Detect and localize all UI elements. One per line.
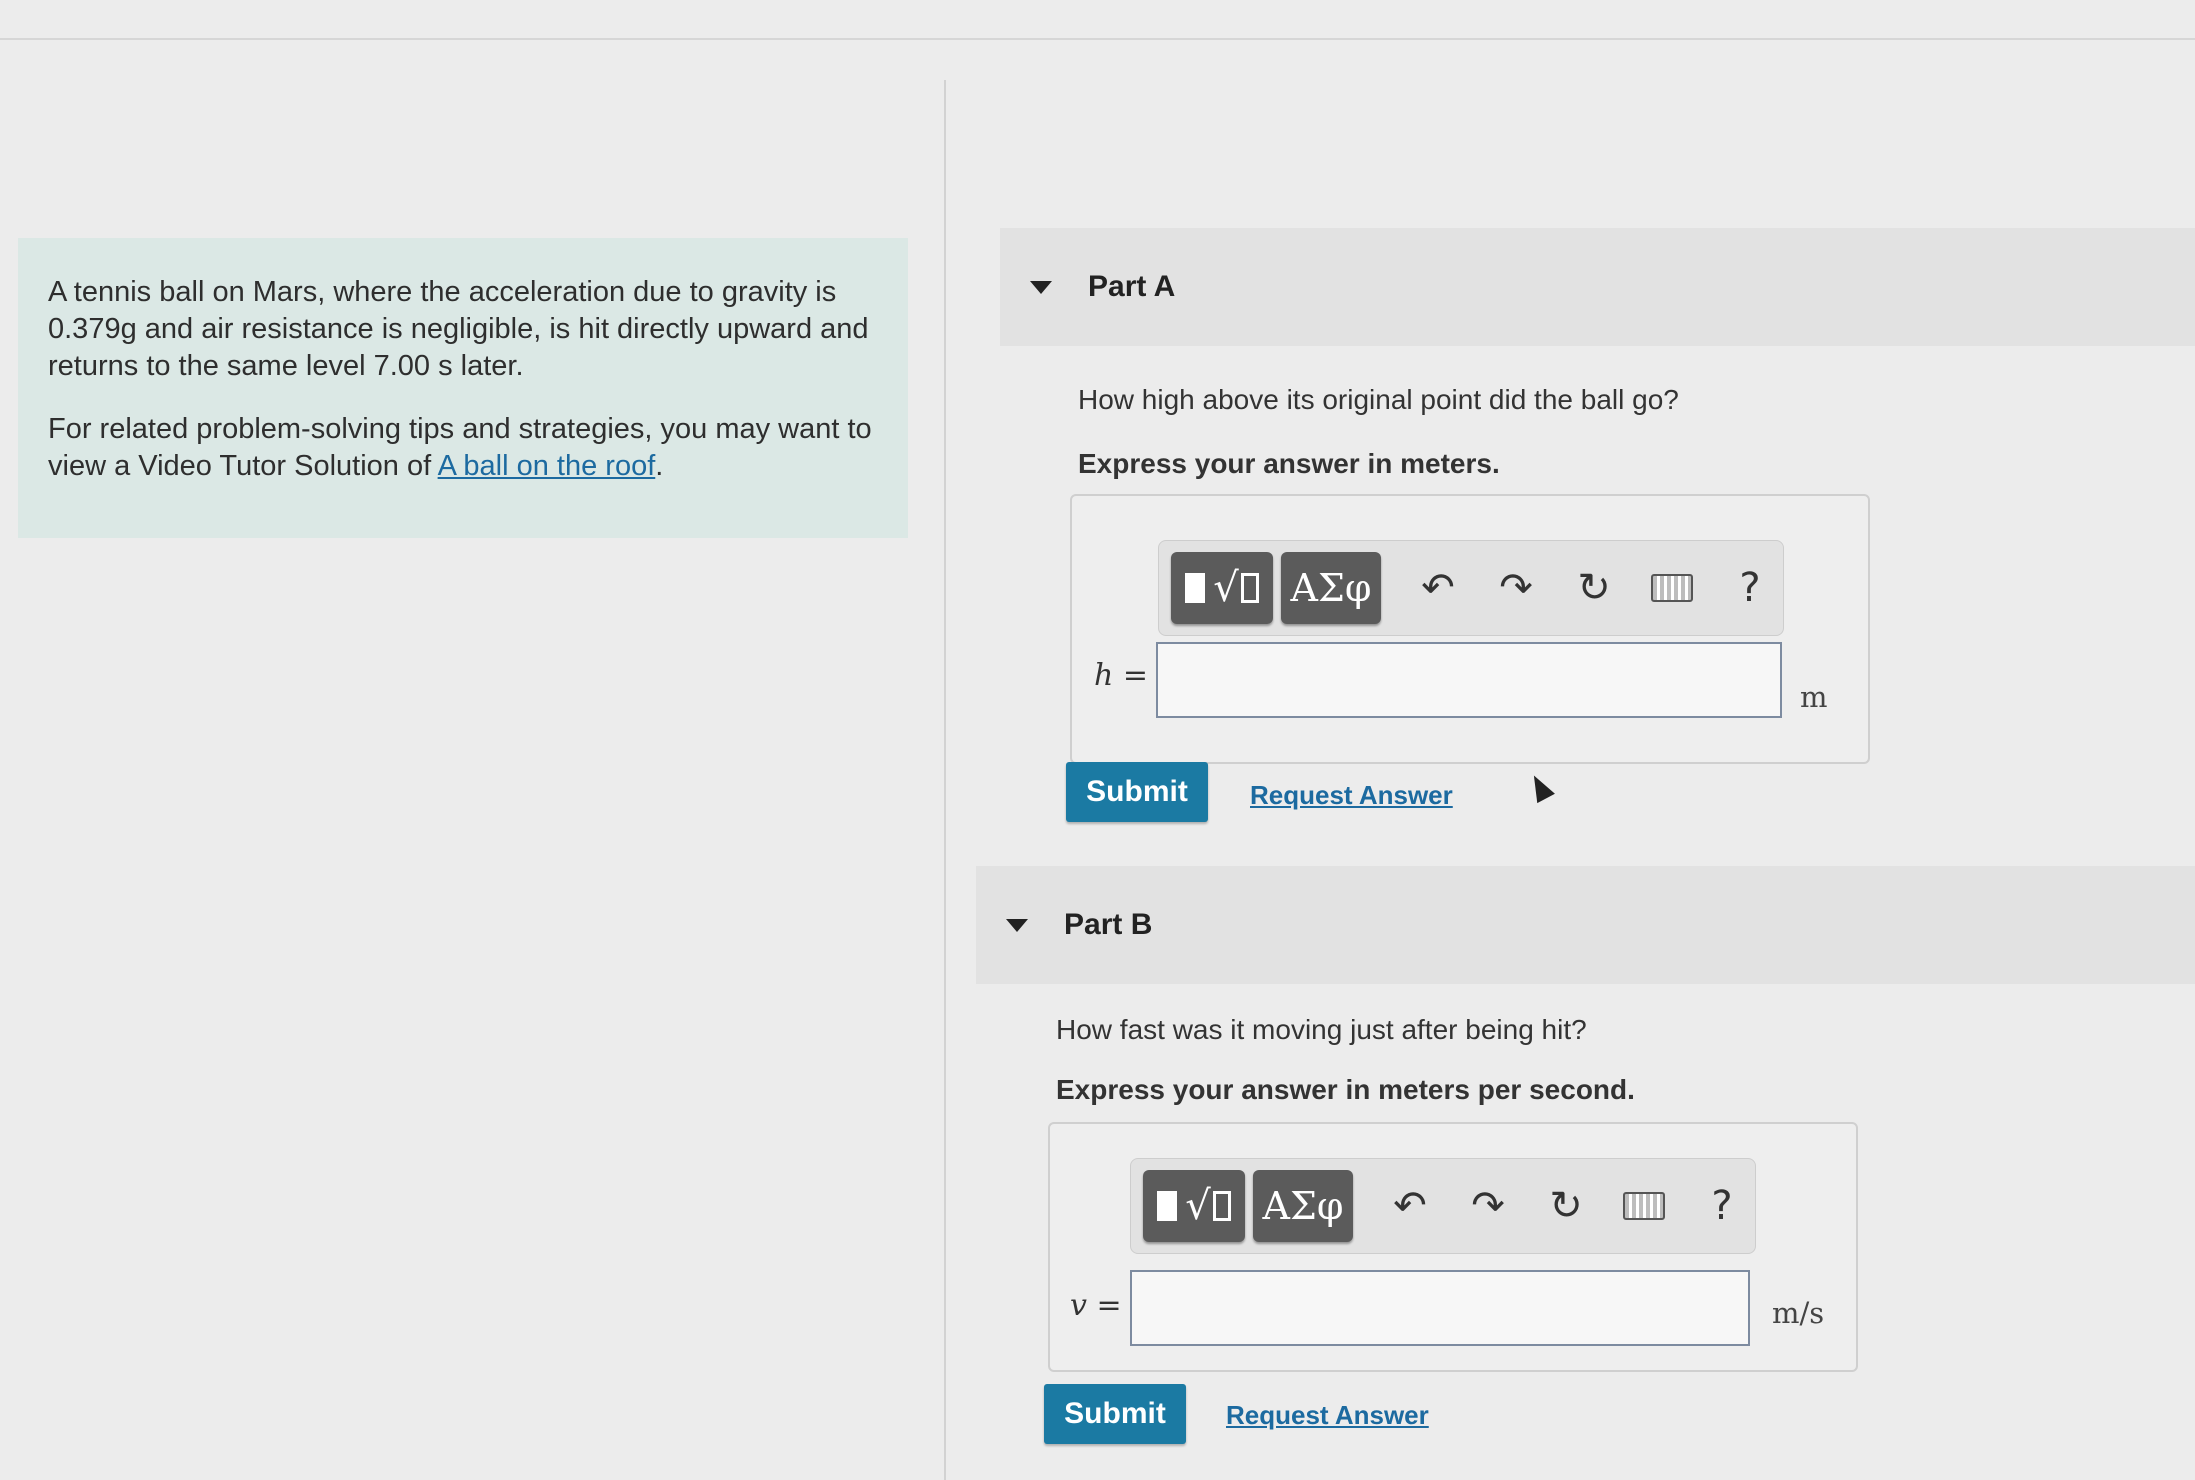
part-b-variable-label: v =: [1070, 1288, 1122, 1323]
part-b-math-toolbar: √ ΑΣφ ↶ ↷ ↻ ?: [1130, 1158, 1756, 1254]
template-square-icon: [1185, 573, 1206, 603]
part-b-submit-button[interactable]: Submit: [1044, 1384, 1186, 1444]
template-square-icon: [1157, 1191, 1178, 1221]
tutor-text: For related problem-solving tips and str…: [48, 411, 878, 485]
collapse-triangle-icon[interactable]: [1030, 280, 1052, 294]
sqrt-icon: √: [1185, 1183, 1211, 1229]
part-a-question: How high above its original point did th…: [1078, 384, 1679, 415]
reset-icon[interactable]: ↻: [1537, 1170, 1595, 1242]
part-b-header[interactable]: Part B: [976, 866, 2195, 984]
tutor-text-suffix: .: [655, 450, 664, 483]
column-divider: [944, 80, 946, 1480]
part-a-unit: m: [1800, 680, 1828, 714]
help-icon[interactable]: ?: [1721, 552, 1779, 624]
part-b-instruction: Express your answer in meters per second…: [1056, 1074, 1635, 1105]
greek-symbols-button[interactable]: ΑΣφ: [1281, 552, 1381, 624]
part-a-header[interactable]: Part A: [1000, 228, 2195, 346]
keyboard-icon[interactable]: [1643, 552, 1701, 624]
sqrt-icon: √: [1213, 565, 1239, 611]
part-a-instruction: Express your answer in meters.: [1078, 448, 1500, 479]
part-a-math-toolbar: √ ΑΣφ ↶ ↷ ↻ ?: [1158, 540, 1784, 636]
top-separator: [0, 38, 2195, 40]
redo-icon[interactable]: ↷: [1459, 1170, 1517, 1242]
templates-button[interactable]: √: [1143, 1170, 1245, 1242]
undo-icon[interactable]: ↶: [1409, 552, 1467, 624]
mouse-cursor-icon: [1525, 770, 1555, 804]
problem-text: A tennis ball on Mars, where the acceler…: [48, 276, 869, 383]
keyboard-icon[interactable]: [1615, 1170, 1673, 1242]
problem-statement: A tennis ball on Mars, where the acceler…: [18, 238, 908, 538]
part-b-title: Part B: [1064, 908, 1153, 941]
redo-icon[interactable]: ↷: [1487, 552, 1545, 624]
greek-symbols-button[interactable]: ΑΣφ: [1253, 1170, 1353, 1242]
part-b-request-answer-link[interactable]: Request Answer: [1226, 1400, 1429, 1431]
part-b-question: How fast was it moving just after being …: [1056, 1014, 1587, 1045]
part-a-answer-input[interactable]: [1156, 642, 1782, 718]
undo-icon[interactable]: ↶: [1381, 1170, 1439, 1242]
part-b-answer-input[interactable]: [1130, 1270, 1750, 1346]
collapse-triangle-icon[interactable]: [1006, 918, 1028, 932]
part-b-answer-box: √ ΑΣφ ↶ ↷ ↻ ? v =: [1048, 1122, 1858, 1372]
part-b-unit: m/s: [1772, 1296, 1825, 1330]
part-a-title: Part A: [1088, 270, 1176, 303]
part-a-request-answer-link[interactable]: Request Answer: [1250, 780, 1453, 811]
part-a-answer-box: √ ΑΣφ ↶ ↷ ↻ ? h =: [1070, 494, 1870, 764]
video-tutor-link[interactable]: A ball on the roof: [438, 450, 656, 482]
reset-icon[interactable]: ↻: [1565, 552, 1623, 624]
templates-button[interactable]: √: [1171, 552, 1273, 624]
template-box-icon: [1240, 573, 1259, 603]
help-icon[interactable]: ?: [1693, 1170, 1751, 1242]
part-a-submit-button[interactable]: Submit: [1066, 762, 1208, 822]
part-a-variable-label: h =: [1094, 658, 1148, 693]
template-box-icon: [1212, 1191, 1231, 1221]
